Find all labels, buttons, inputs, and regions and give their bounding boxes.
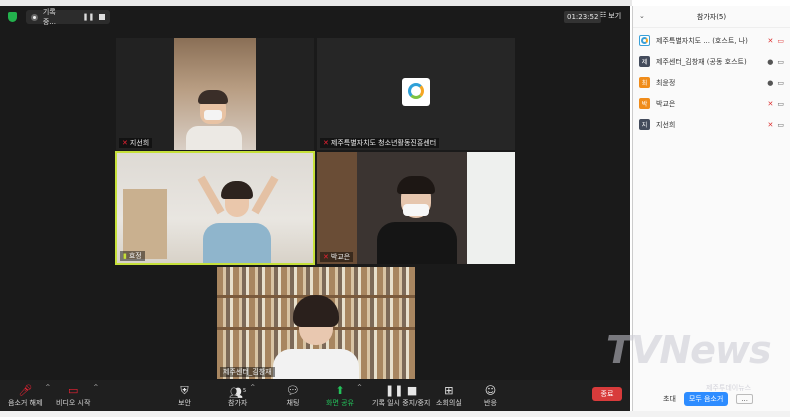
panel-title: 참가자(5): [696, 12, 727, 21]
mic-icon[interactable]: ●: [767, 79, 773, 87]
participant-name-tag: ✕ 박교은: [320, 252, 354, 262]
pause-stop-icon: ❚❚ ■: [385, 384, 418, 397]
video-feed: [174, 38, 256, 150]
meeting-timer: 01:23:52: [564, 11, 602, 23]
invite-button[interactable]: 초대: [663, 394, 676, 404]
avatar: 박: [639, 98, 650, 109]
participants-count: 5: [243, 388, 247, 394]
participant-name-tag: ✕ 제주특별자치도 청소년활동진흥센터: [320, 138, 440, 148]
participants-icon: 👥︎5: [229, 386, 247, 400]
chevron-down-icon[interactable]: ⌄: [639, 12, 645, 20]
mute-button[interactable]: 🎤︎ 음소거 해제 ^: [8, 384, 50, 408]
watermark-subtitle: 제주투데이뉴스: [706, 384, 752, 392]
video-feed: [317, 152, 515, 264]
mic-muted-icon: ✕: [323, 253, 329, 261]
view-label: 보기: [608, 12, 622, 20]
avatar: 지: [639, 119, 650, 130]
video-icon[interactable]: ▭: [777, 121, 784, 129]
grid-view-icon: ☷: [600, 11, 607, 19]
participant-name-tag: ✕ 지선희: [119, 138, 153, 148]
view-button[interactable]: ☷ 보기: [600, 11, 621, 21]
mic-muted-icon: 🎤︎: [18, 384, 33, 397]
watermark-logo: TVNews: [606, 328, 772, 372]
chat-icon: 💬︎: [286, 384, 300, 397]
mic-muted-icon: ✕: [122, 139, 128, 147]
chevron-up-icon[interactable]: ^: [45, 384, 50, 391]
mic-icon[interactable]: ●: [767, 58, 773, 66]
pause-recording-icon[interactable]: ❚❚: [83, 13, 95, 21]
mic-muted-icon[interactable]: ✕: [768, 100, 774, 108]
video-feed: [117, 153, 313, 263]
speaking-icon: ▮: [123, 252, 127, 260]
share-screen-button[interactable]: ⬆ 화면 공유 ^: [326, 384, 362, 408]
reactions-button[interactable]: ☺ 반응: [484, 384, 497, 408]
video-icon[interactable]: ▭: [777, 79, 784, 87]
bottom-strip: [0, 411, 790, 417]
recording-label: 기록 중...: [42, 8, 56, 26]
participant-name-tag: 제주센터_김창재: [220, 367, 275, 377]
breakout-rooms-button[interactable]: ⊞ 소회의실: [436, 384, 462, 408]
mic-muted-icon[interactable]: ✕: [768, 37, 774, 45]
video-tile-parkgyoeun[interactable]: ✕ 박교은: [317, 152, 515, 264]
participant-list: 제주특별자치도 ... (호스트, 나) ✕ ▭ 제 제주센터_김창재 (공동 …: [633, 30, 790, 135]
more-options-button[interactable]: ...: [736, 393, 754, 404]
list-item[interactable]: 제 제주센터_김창재 (공동 호스트) ● ▭: [633, 51, 790, 72]
mute-all-button[interactable]: 모두 음소거: [683, 391, 729, 406]
mic-muted-icon: ✕: [323, 139, 329, 147]
organization-logo-icon: [402, 78, 430, 106]
chat-button[interactable]: 💬︎ 채팅: [286, 384, 300, 408]
list-item[interactable]: 제주특별자치도 ... (호스트, 나) ✕ ▭: [633, 30, 790, 51]
chevron-up-icon[interactable]: ^: [250, 384, 255, 391]
security-shield-icon[interactable]: [8, 12, 17, 22]
mic-muted-icon[interactable]: ✕: [768, 121, 774, 129]
video-tile-organization[interactable]: ✕ 제주특별자치도 청소년활동진흥센터: [317, 38, 515, 150]
video-off-icon: ▭: [68, 384, 79, 397]
video-icon[interactable]: ▭: [777, 58, 784, 66]
video-tile-kimchangjae[interactable]: 제주센터_김창재: [217, 267, 415, 379]
avatar: [639, 35, 650, 46]
chevron-up-icon[interactable]: ^: [357, 384, 362, 391]
chevron-up-icon[interactable]: ^: [93, 384, 98, 391]
start-video-button[interactable]: ▭ 비디오 시작 ^: [56, 384, 98, 408]
shield-icon: ⛨: [180, 384, 189, 397]
share-screen-icon: ⬆: [335, 384, 345, 397]
list-item[interactable]: 지 지선희 ✕ ▭: [633, 114, 790, 135]
breakout-rooms-icon: ⊞: [444, 384, 454, 397]
stop-recording-icon[interactable]: [99, 14, 105, 20]
video-tile-jiseonhee[interactable]: ✕ 지선희: [116, 38, 314, 150]
meeting-area: 기록 중... ❚❚ 01:23:52 ☷ 보기 ✕ 지선희 ✕ 제주특별자치도…: [0, 6, 630, 384]
record-controls-button[interactable]: ❚❚ ■ 기록 일시 중지/중지: [372, 384, 430, 408]
security-button[interactable]: ⛨ 보안: [178, 384, 191, 408]
video-feed: [217, 267, 415, 379]
video-off-icon[interactable]: ▭: [777, 37, 784, 45]
participant-name-tag: ▮ 효정: [120, 251, 145, 261]
avatar: 제: [639, 56, 650, 67]
list-item[interactable]: 박 박교은 ✕ ▭: [633, 93, 790, 114]
video-icon[interactable]: ▭: [777, 100, 784, 108]
panel-header: ⌄ 참가자(5): [633, 6, 790, 28]
avatar: 최: [639, 77, 650, 88]
organization-logo-icon: [641, 37, 648, 44]
meeting-toolbar: 🎤︎ 음소거 해제 ^ ▭ 비디오 시작 ^ ⛨ 보안 👥︎5 참가자 ^ 💬︎…: [0, 380, 630, 411]
recording-indicator: 기록 중... ❚❚: [26, 8, 110, 26]
video-tile-hyojeong[interactable]: ▮ 효정: [115, 151, 315, 265]
participants-button[interactable]: 👥︎5 참가자 ^: [228, 384, 255, 408]
end-meeting-button[interactable]: 종료: [592, 387, 622, 401]
record-dot-icon: [31, 13, 38, 21]
list-item[interactable]: 최 최윤정 ● ▭: [633, 72, 790, 93]
emoji-icon: ☺: [484, 384, 497, 397]
